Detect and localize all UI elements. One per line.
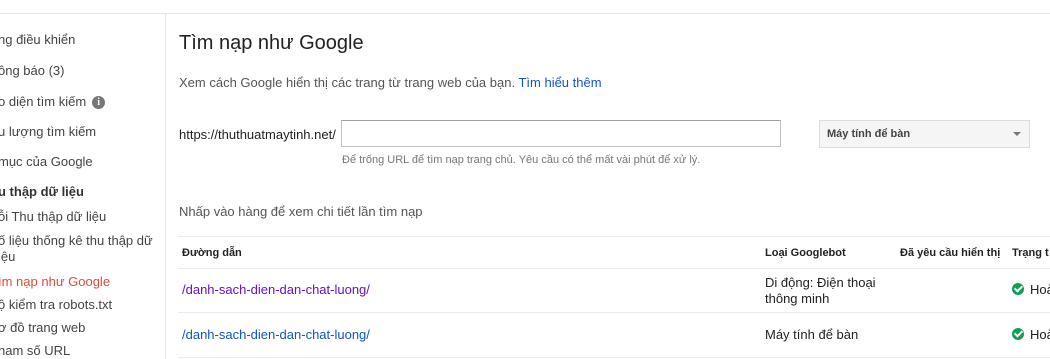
row-status: Hoà — [1012, 282, 1050, 297]
page-title: Tìm nạp như Google — [179, 32, 364, 54]
table-instruction: Nhấp vào hàng để xem chi tiết lần tìm nạ… — [179, 204, 423, 219]
sidebar-item-label: o diện tìm kiếm — [0, 94, 87, 109]
sidebar-item-robots-tester[interactable]: ộ kiểm tra robots.txt — [0, 297, 112, 313]
info-icon[interactable]: i — [92, 96, 106, 110]
sidebar-item-search-appearance[interactable]: o diện tìm kiếm i — [0, 94, 106, 110]
url-prefix: https://thuthuatmaytinh.net/ — [179, 127, 336, 142]
row-googlebot: Di động: Điện thoại thông minh — [765, 275, 876, 307]
sidebar-item-crawl-stats[interactable]: ố liệu thống kê thu thập dữ — [0, 233, 153, 249]
sidebar-item-search-traffic[interactable]: u lượng tìm kiếm — [0, 124, 96, 140]
description-text: Xem cách Google hiển thị các trang từ tr… — [179, 75, 516, 90]
sidebar-item-crawl-errors[interactable]: ỗi Thu thập dữ liệu — [0, 209, 106, 225]
column-header-path: Đường dẫn — [182, 247, 242, 259]
device-select-value: Máy tính để bàn — [827, 128, 911, 140]
sidebar-item-google-index[interactable]: mục của Google — [0, 154, 93, 170]
table-header: Đường dẫn Loại Googlebot Đã yêu cầu hiển… — [178, 236, 1050, 269]
table-row[interactable]: /danh-sach-dien-dan-chat-luong/ Di động:… — [178, 268, 1050, 313]
main-content: Tìm nạp như Google Xem cách Google hiển … — [166, 14, 1050, 359]
top-divider — [0, 0, 1050, 14]
column-header-googlebot: Loại Googlebot — [765, 247, 846, 259]
chevron-down-icon — [1013, 132, 1021, 136]
learn-more-link[interactable]: Tìm hiểu thêm — [518, 75, 601, 90]
row-googlebot: Máy tính để bàn — [765, 327, 859, 342]
sidebar-item-dashboard[interactable]: ng điều khiển — [0, 32, 75, 48]
sidebar-item-sitemaps[interactable]: ơ đồ trang web — [0, 320, 85, 336]
sidebar-item-url-parameters[interactable]: ham số URL — [0, 343, 70, 359]
row-path-link[interactable]: /danh-sach-dien-dan-chat-luong/ — [182, 327, 370, 342]
device-select[interactable]: Máy tính để bàn — [819, 120, 1030, 148]
googlebot-line-1: Di động: Điện thoại — [765, 275, 876, 290]
row-path-link[interactable]: /danh-sach-dien-dan-chat-luong/ — [182, 282, 370, 297]
sidebar-item-fetch-as-google[interactable]: ìm nạp như Google — [0, 274, 110, 290]
url-input[interactable] — [341, 120, 781, 147]
sidebar-item-messages[interactable]: ông báo (3) — [0, 63, 65, 79]
check-circle-icon — [1012, 328, 1024, 340]
check-circle-icon — [1012, 283, 1024, 295]
googlebot-line-2: thông minh — [765, 291, 830, 306]
column-header-status: Trạng t — [1012, 247, 1049, 259]
sidebar-item-crawl-stats-wrap[interactable]: iệu — [0, 249, 15, 265]
table-row[interactable]: /danh-sach-dien-dan-chat-luong/ Máy tính… — [178, 313, 1050, 358]
sidebar-section-crawl[interactable]: u thập dữ liệu — [0, 184, 84, 200]
page-description: Xem cách Google hiển thị các trang từ tr… — [179, 75, 602, 90]
status-text: Hoà — [1030, 327, 1050, 342]
status-text: Hoà — [1030, 282, 1050, 297]
sidebar: ng điều khiển ông báo (3) o diện tìm kiế… — [0, 14, 166, 359]
column-header-render: Đã yêu cầu hiển thị — [900, 247, 1001, 259]
url-hint: Để trống URL để tìm nạp trang chủ. Yêu c… — [342, 154, 701, 166]
row-status: Hoà — [1012, 327, 1050, 342]
